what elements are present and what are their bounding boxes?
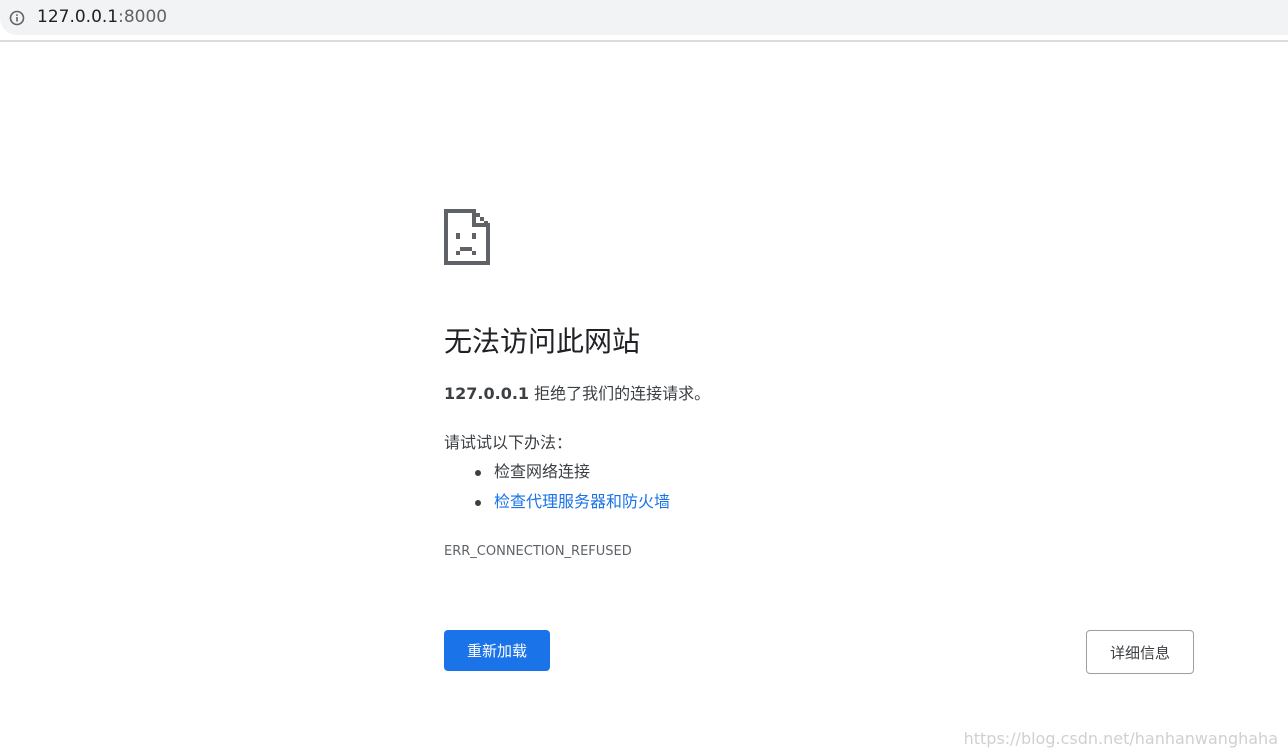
suggestion-check-proxy-firewall[interactable]: 检查代理服务器和防火墙 — [444, 490, 670, 520]
sad-page-icon — [444, 209, 490, 265]
error-code: ERR_CONNECTION_REFUSED — [444, 544, 632, 559]
proxy-firewall-link[interactable]: 检查代理服务器和防火墙 — [494, 492, 670, 511]
description-text: 拒绝了我们的连接请求。 — [529, 384, 711, 403]
details-button[interactable]: 详细信息 — [1086, 630, 1194, 674]
url-text[interactable]: 127.0.0.1:8000 — [37, 6, 167, 28]
info-icon[interactable] — [9, 10, 25, 26]
bullet-icon — [475, 470, 481, 476]
reload-button[interactable]: 重新加载 — [444, 630, 550, 671]
url-host: 127.0.0.1 — [37, 7, 119, 27]
suggestion-check-network: 检查网络连接 — [444, 460, 670, 490]
suggestions-heading: 请试试以下办法： — [444, 433, 573, 452]
error-description: 127.0.0.1 拒绝了我们的连接请求。 — [444, 382, 710, 406]
watermark: https://blog.csdn.net/hanhanwanghaha — [963, 729, 1278, 748]
description-host: 127.0.0.1 — [444, 384, 530, 403]
suggestions-list: 检查网络连接 检查代理服务器和防火墙 — [444, 460, 670, 520]
suggestion-label: 检查网络连接 — [494, 462, 591, 481]
page-title: 无法访问此网站 — [444, 325, 641, 358]
address-bar[interactable]: 127.0.0.1:8000 — [0, 0, 1288, 35]
url-port: :8000 — [118, 7, 168, 27]
bullet-icon — [475, 500, 481, 506]
toolbar-divider — [0, 40, 1288, 42]
